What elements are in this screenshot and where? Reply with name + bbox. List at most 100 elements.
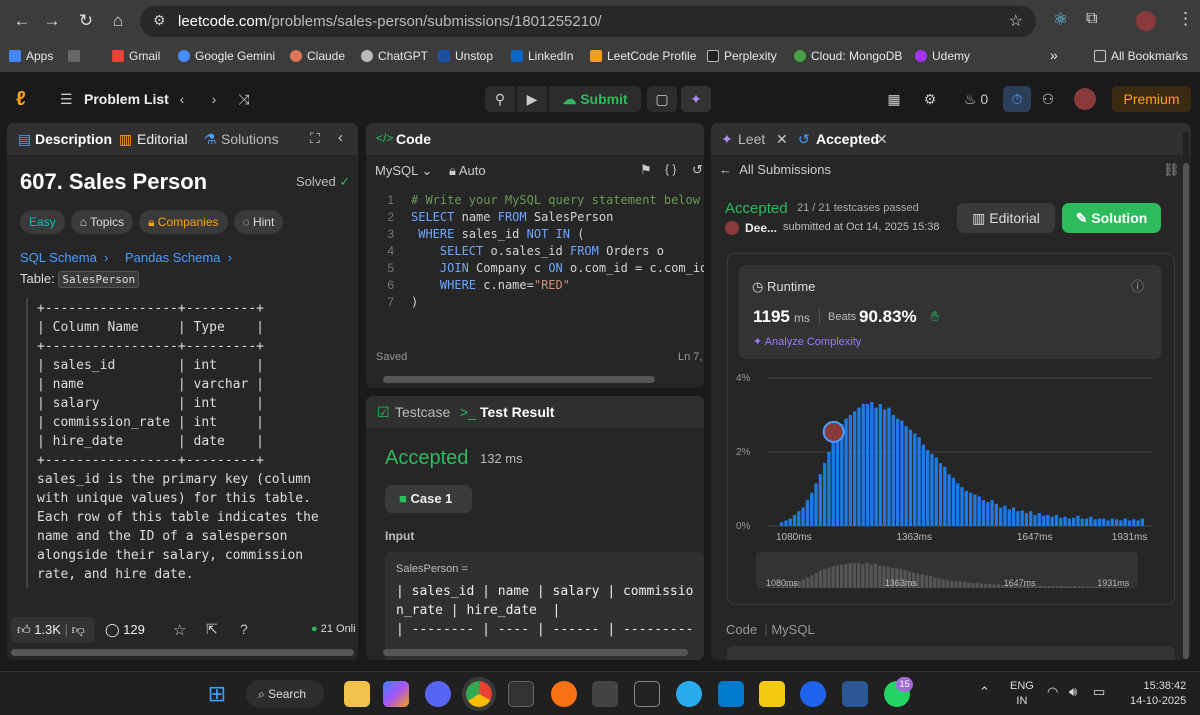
user-avatar[interactable] [1074, 88, 1096, 110]
companies-tag[interactable]: 🔒︎ Companies [139, 210, 228, 234]
tab-code[interactable]: Code [396, 131, 431, 147]
test-scrollbar[interactable] [383, 649, 688, 656]
info-icon[interactable]: ⓘ [1131, 276, 1144, 295]
horizontal-scrollbar[interactable] [11, 649, 354, 656]
tab-testcase[interactable]: Testcase [395, 404, 450, 420]
tray-chevron-icon[interactable]: ⌃ [979, 684, 990, 700]
clock[interactable]: 15:38:42 14-10-2025 [1130, 679, 1186, 709]
tab-solutions[interactable]: Solutions [221, 131, 279, 147]
power-bi-icon[interactable] [759, 681, 785, 707]
tab-editorial[interactable]: Editorial [137, 131, 188, 147]
postman-icon[interactable] [551, 681, 577, 707]
bookmark-icon[interactable]: ⚑ [640, 162, 652, 178]
bookmark-perplexity[interactable]: Perplexity [707, 49, 777, 63]
address-bar[interactable]: ⚙ leetcode.com/problems/sales-person/sub… [140, 6, 1036, 37]
grid-icon[interactable] [68, 49, 85, 63]
home-icon[interactable]: ⌂ [106, 9, 130, 33]
submit-button[interactable]: ☁ Submit [549, 86, 641, 112]
hint-tag[interactable]: ◌ Hint [233, 210, 284, 234]
vscode-icon[interactable] [718, 681, 744, 707]
wifi-icon[interactable]: ◠ [1047, 684, 1058, 700]
code-line[interactable]: WHERE c.name="RED" [411, 278, 570, 295]
prev-problem-icon[interactable]: ‹ [172, 86, 192, 112]
code-line[interactable]: JOIN Company c ON o.com_id = c.com_id [411, 261, 704, 278]
like-button[interactable]: 👍︎ 1.3K | 👎︎ [11, 617, 95, 643]
all-bookmarks[interactable]: All Bookmarks [1094, 49, 1188, 63]
terminal-app-icon[interactable] [508, 681, 534, 707]
case-1-button[interactable]: ■ Case 1 [385, 485, 472, 513]
ai-sparkle-icon[interactable]: ✦ [681, 86, 711, 112]
notes-icon[interactable]: ▢ [647, 86, 677, 112]
collapse-icon[interactable]: ‹ [338, 129, 343, 146]
search-box[interactable]: ⌕ Search [246, 680, 324, 708]
tab-test-result[interactable]: Test Result [480, 404, 554, 420]
topics-tag[interactable]: ⌂ Topics [70, 210, 134, 234]
bookmark-apps[interactable]: Apps [9, 49, 53, 63]
react-extension-icon[interactable]: ⚛ [1053, 10, 1068, 30]
code-line[interactable]: # Write your MySQL query statement below [411, 193, 700, 210]
extensions-icon[interactable]: ⧉ [1086, 10, 1097, 28]
layout-grid-icon[interactable]: ▦ [882, 86, 906, 112]
editorial-button[interactable]: ▥ Editorial [957, 203, 1055, 233]
link-icon[interactable]: ⛓ [1163, 162, 1180, 178]
forward-arrow-icon[interactable]: → [40, 9, 64, 33]
volume-icon[interactable]: 🔊︎ [1069, 684, 1077, 700]
code-line[interactable]: SELECT o.sales_id FROM Orders o [411, 244, 664, 261]
github-desktop-icon[interactable] [634, 681, 660, 707]
pandas-schema-link[interactable]: Pandas Schema › [125, 250, 232, 265]
bookmark-gemini[interactable]: Google Gemini [178, 49, 275, 63]
bookmark-star-icon[interactable]: ☆ [1009, 11, 1023, 31]
telegram-icon[interactable] [676, 681, 702, 707]
panel-scrollbar[interactable] [1183, 163, 1189, 659]
run-icon[interactable]: ▶ [517, 86, 547, 112]
code-scrollbar[interactable] [383, 376, 655, 383]
leetcode-logo-icon[interactable]: ℓ [16, 88, 26, 111]
language-indicator[interactable]: ENG IN [1010, 679, 1034, 709]
bookmark-mongodb[interactable]: Cloud: MongoDB [794, 49, 902, 63]
code-line[interactable]: WHERE sales_id NOT IN ( [411, 227, 584, 244]
code-line[interactable]: SELECT name FROM SalesPerson [411, 210, 613, 227]
format-braces-icon[interactable]: { } [665, 162, 676, 176]
analyze-complexity-link[interactable]: ✦ Analyze Complexity [753, 335, 861, 348]
help-icon[interactable]: ? [240, 621, 248, 637]
notion-icon[interactable] [592, 681, 618, 707]
tab-description[interactable]: Description [35, 131, 112, 147]
copilot-icon[interactable] [383, 681, 409, 707]
auto-mode[interactable]: 🔒︎ Auto [449, 163, 486, 179]
code-line[interactable]: ) [411, 295, 418, 312]
next-problem-icon[interactable]: › [204, 86, 224, 112]
bookmarks-overflow[interactable]: » [1050, 47, 1058, 63]
premium-button[interactable]: Premium [1112, 86, 1191, 112]
difficulty-tag[interactable]: Easy [20, 210, 65, 234]
discord-icon[interactable] [425, 681, 451, 707]
profile-avatar[interactable] [1136, 11, 1156, 31]
comments-button[interactable]: ◯ 129 [105, 622, 145, 638]
settings-gear-icon[interactable]: ⚙ [918, 86, 942, 112]
timer-icon[interactable]: ⏱ [1003, 86, 1031, 112]
debug-icon[interactable]: ⚲ [485, 86, 515, 112]
bookmark-udemy[interactable]: Udemy [915, 49, 970, 63]
back-arrow-icon[interactable]: ← [10, 9, 34, 33]
close-accepted-icon[interactable]: ✕ [876, 131, 888, 148]
sql-schema-link[interactable]: SQL Schema › [20, 250, 108, 265]
close-leet-icon[interactable]: ✕ [776, 131, 788, 148]
docker-icon[interactable] [800, 681, 826, 707]
bookmark-gmail[interactable]: Gmail [112, 49, 160, 63]
favorite-star-icon[interactable]: ☆ [173, 621, 186, 639]
battery-icon[interactable]: ▭ [1093, 684, 1105, 700]
app-icon[interactable] [842, 681, 868, 707]
tab-accepted[interactable]: Accepted [816, 131, 879, 147]
add-friend-icon[interactable]: ⚇ [1036, 86, 1060, 112]
chrome-icon[interactable] [462, 677, 496, 711]
all-submissions-link[interactable]: ← All Submissions [719, 162, 831, 177]
file-explorer-icon[interactable] [344, 681, 370, 707]
submitter-name[interactable]: Dee... [745, 221, 777, 235]
windows-start-icon[interactable]: ⊞ [204, 681, 230, 707]
bookmark-linkedin[interactable]: LinkedIn [511, 49, 573, 63]
problem-list-link[interactable]: Problem List [84, 91, 169, 107]
solution-button[interactable]: ✎ Solution [1062, 203, 1161, 233]
bookmark-chatgpt[interactable]: ChatGPT [361, 49, 428, 63]
expand-icon[interactable]: ⛶ [310, 130, 320, 147]
language-select[interactable]: MySQL ⌄ [375, 163, 432, 179]
bookmark-leetcode-profile[interactable]: LeetCode Profile [590, 49, 696, 63]
